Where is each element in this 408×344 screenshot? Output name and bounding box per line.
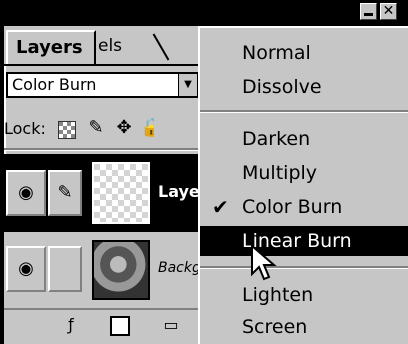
menu-item-multiply[interactable]: Multiply	[200, 158, 408, 188]
menu-item-color-burn[interactable]: Color Burn	[200, 192, 408, 222]
lock-label: Lock:	[4, 119, 46, 138]
brush-icon[interactable]: ✎	[48, 170, 82, 216]
palette-title-bar	[0, 0, 408, 26]
background-thumbnail	[92, 240, 150, 300]
eye-icon[interactable]: ◉	[6, 246, 46, 292]
brush-icon[interactable]: ✎	[86, 118, 106, 138]
close-button[interactable]: ✕	[380, 3, 397, 20]
layer-thumbnail	[92, 162, 150, 224]
menu-item-darken[interactable]: Darken	[200, 124, 408, 154]
tab-channels[interactable]: els	[98, 30, 122, 64]
link-cell[interactable]	[48, 246, 82, 292]
checkmark-icon: ✔	[212, 195, 229, 219]
new-set-icon[interactable]: ▭	[160, 314, 182, 336]
menu-item-normal[interactable]: Normal	[200, 38, 408, 68]
menu-item-lighten[interactable]: Lighten	[200, 280, 408, 310]
layer-style-icon[interactable]: ƒ	[60, 314, 82, 336]
move-icon[interactable]: ✥	[114, 118, 134, 138]
close-icon: ✕	[382, 3, 395, 19]
menu-item-screen[interactable]: Screen	[200, 312, 408, 342]
lock-transparency-icon[interactable]	[58, 121, 76, 139]
minimize-button[interactable]	[360, 3, 377, 20]
divider	[4, 148, 204, 151]
mouse-cursor-icon	[251, 244, 277, 281]
lock-all-icon[interactable]: 🔒	[140, 118, 154, 138]
menu-divider	[200, 110, 408, 113]
chevron-down-icon[interactable]: ▼	[178, 74, 197, 96]
menu-item-linear-burn[interactable]: Linear Burn	[200, 226, 408, 256]
eye-icon[interactable]: ◉	[6, 170, 46, 216]
blend-mode-select[interactable]: Color Burn	[6, 72, 198, 98]
mask-icon[interactable]	[110, 316, 130, 336]
blend-mode-value: Color Burn	[12, 75, 97, 94]
tab-layers[interactable]: Layers	[6, 30, 96, 64]
menu-divider	[200, 266, 408, 269]
menu-item-dissolve[interactable]: Dissolve	[200, 72, 408, 102]
